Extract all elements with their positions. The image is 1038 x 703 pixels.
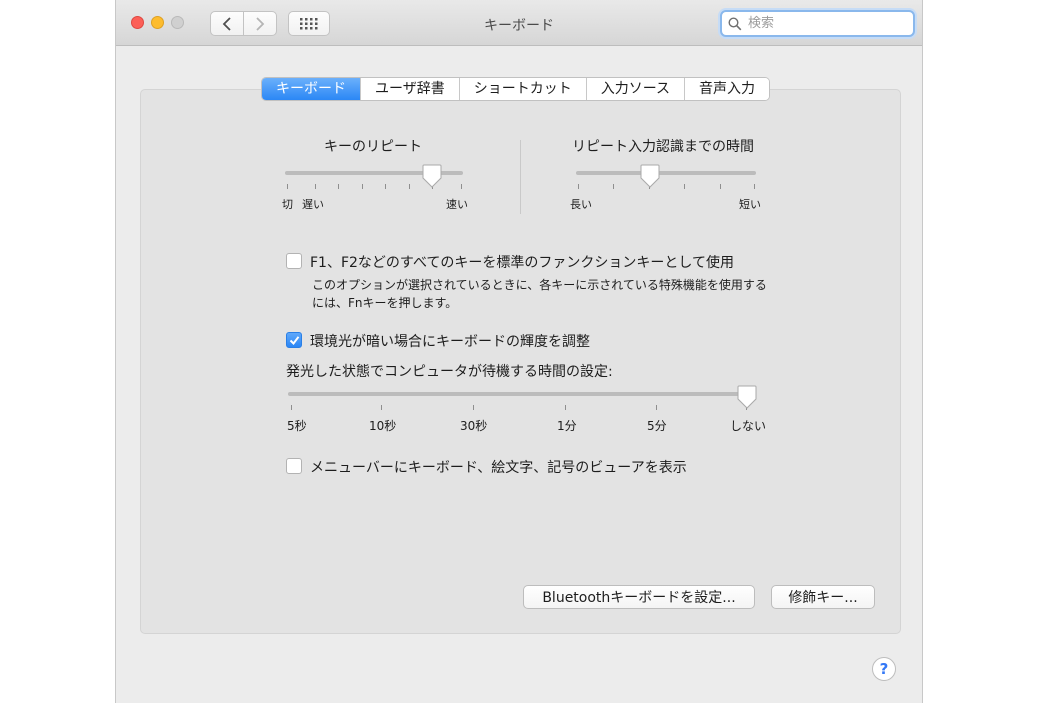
adjust-brightness-label[interactable]: 環境光が暗い場合にキーボードの輝度を調整	[310, 331, 590, 351]
checkmark-icon	[289, 336, 300, 346]
key-repeat-tick	[287, 184, 288, 189]
timeout-label: 10秒	[369, 419, 397, 433]
key-repeat-slider-thumb[interactable]	[422, 164, 442, 188]
fn-keys-label[interactable]: F1、F2などのすべてのキーを標準のファンクションキーとして使用	[310, 252, 734, 272]
delay-until-repeat-title: リピート入力認識までの時間	[572, 139, 754, 155]
key-repeat-tick	[338, 184, 339, 189]
fn-keys-description-line2: には、Fnキーを押します。	[312, 296, 458, 310]
key-repeat-title: キーのリピート	[324, 139, 422, 155]
section-divider	[520, 140, 521, 214]
key-repeat-tick	[315, 184, 316, 189]
tab-bar: キーボード ユーザ辞書 ショートカット 入力ソース 音声入力	[261, 77, 771, 101]
timeout-label: しない	[730, 419, 767, 433]
title-bar: キーボード	[116, 0, 922, 46]
search-field[interactable]	[720, 10, 915, 37]
show-viewer-checkbox[interactable]	[286, 458, 302, 474]
key-repeat-tick	[409, 184, 410, 189]
adjust-brightness-checkbox[interactable]	[286, 332, 302, 348]
key-repeat-off-label: 切	[282, 198, 293, 211]
tab-input-sources[interactable]: 入力ソース	[585, 78, 685, 100]
delay-tick	[754, 184, 755, 189]
timeout-label: 1分	[557, 419, 577, 433]
tab-shortcuts[interactable]: ショートカット	[458, 78, 586, 100]
timeout-tick	[291, 405, 292, 410]
fn-keys-description-line1: このオプションが選択されているときに、各キーに示されている特殊機能を使用する	[312, 278, 767, 292]
backlight-timeout-title: 発光した状態でコンピュータが待機する時間の設定:	[286, 364, 613, 380]
search-icon	[728, 17, 742, 31]
timeout-tick	[473, 405, 474, 410]
delay-tick	[684, 184, 685, 189]
setup-bluetooth-keyboard-button[interactable]: Bluetoothキーボードを設定...	[523, 585, 755, 609]
key-repeat-tick	[385, 184, 386, 189]
delay-tick	[720, 184, 721, 189]
modifier-keys-button[interactable]: 修飾キー...	[771, 585, 875, 609]
key-repeat-tick	[461, 184, 462, 189]
show-viewer-label[interactable]: メニューバーにキーボード、絵文字、記号のビューアを表示	[310, 457, 687, 477]
backlight-timeout-slider-thumb[interactable]	[737, 385, 757, 409]
timeout-tick	[565, 405, 566, 410]
backlight-timeout-track[interactable]	[288, 392, 750, 396]
fn-keys-checkbox[interactable]	[286, 253, 302, 269]
timeout-tick	[381, 405, 382, 410]
tab-dictation[interactable]: 音声入力	[684, 78, 770, 100]
key-repeat-fast-label: 速い	[446, 198, 468, 211]
key-repeat-tick	[362, 184, 363, 189]
timeout-label: 5秒	[287, 419, 307, 433]
timeout-label: 5分	[647, 419, 667, 433]
tab-keyboard[interactable]: キーボード	[262, 78, 360, 100]
key-repeat-slow-label: 遅い	[302, 198, 324, 211]
delay-until-repeat-track[interactable]	[576, 171, 756, 175]
preferences-window: キーボード キーボード ユーザ辞書 ショートカット 入力ソース 音声入力 キーの…	[115, 0, 923, 703]
search-input[interactable]	[748, 14, 908, 33]
tab-user-dictionary[interactable]: ユーザ辞書	[360, 78, 459, 100]
delay-until-repeat-slider-thumb[interactable]	[640, 164, 660, 188]
delay-long-label: 長い	[570, 198, 592, 211]
delay-tick	[613, 184, 614, 189]
delay-tick	[578, 184, 579, 189]
delay-short-label: 短い	[739, 198, 761, 211]
help-button[interactable]: ?	[872, 657, 896, 681]
timeout-label: 30秒	[460, 419, 488, 433]
fn-keys-description: このオプションが選択されているときに、各キーに示されている特殊機能を使用する に…	[312, 276, 792, 312]
timeout-tick	[656, 405, 657, 410]
